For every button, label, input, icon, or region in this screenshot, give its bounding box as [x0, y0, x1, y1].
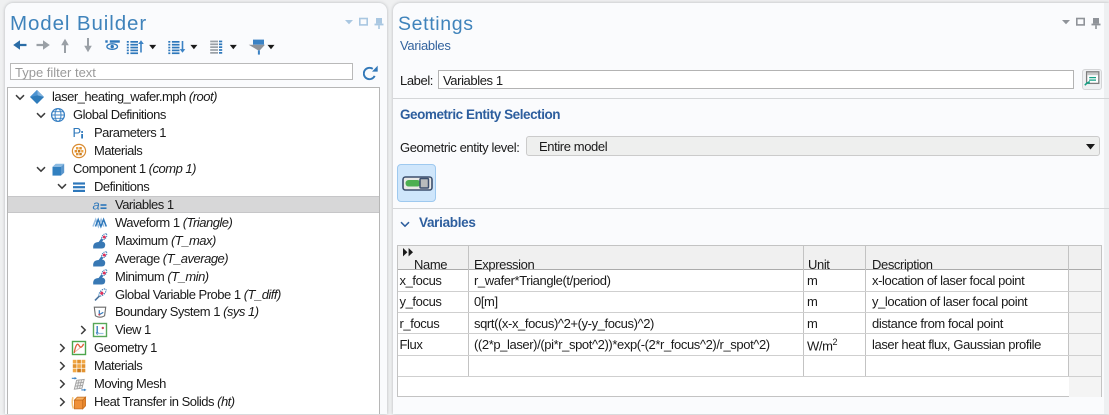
- svg-text:P: P: [73, 125, 82, 140]
- svg-text:a: a: [93, 197, 100, 212]
